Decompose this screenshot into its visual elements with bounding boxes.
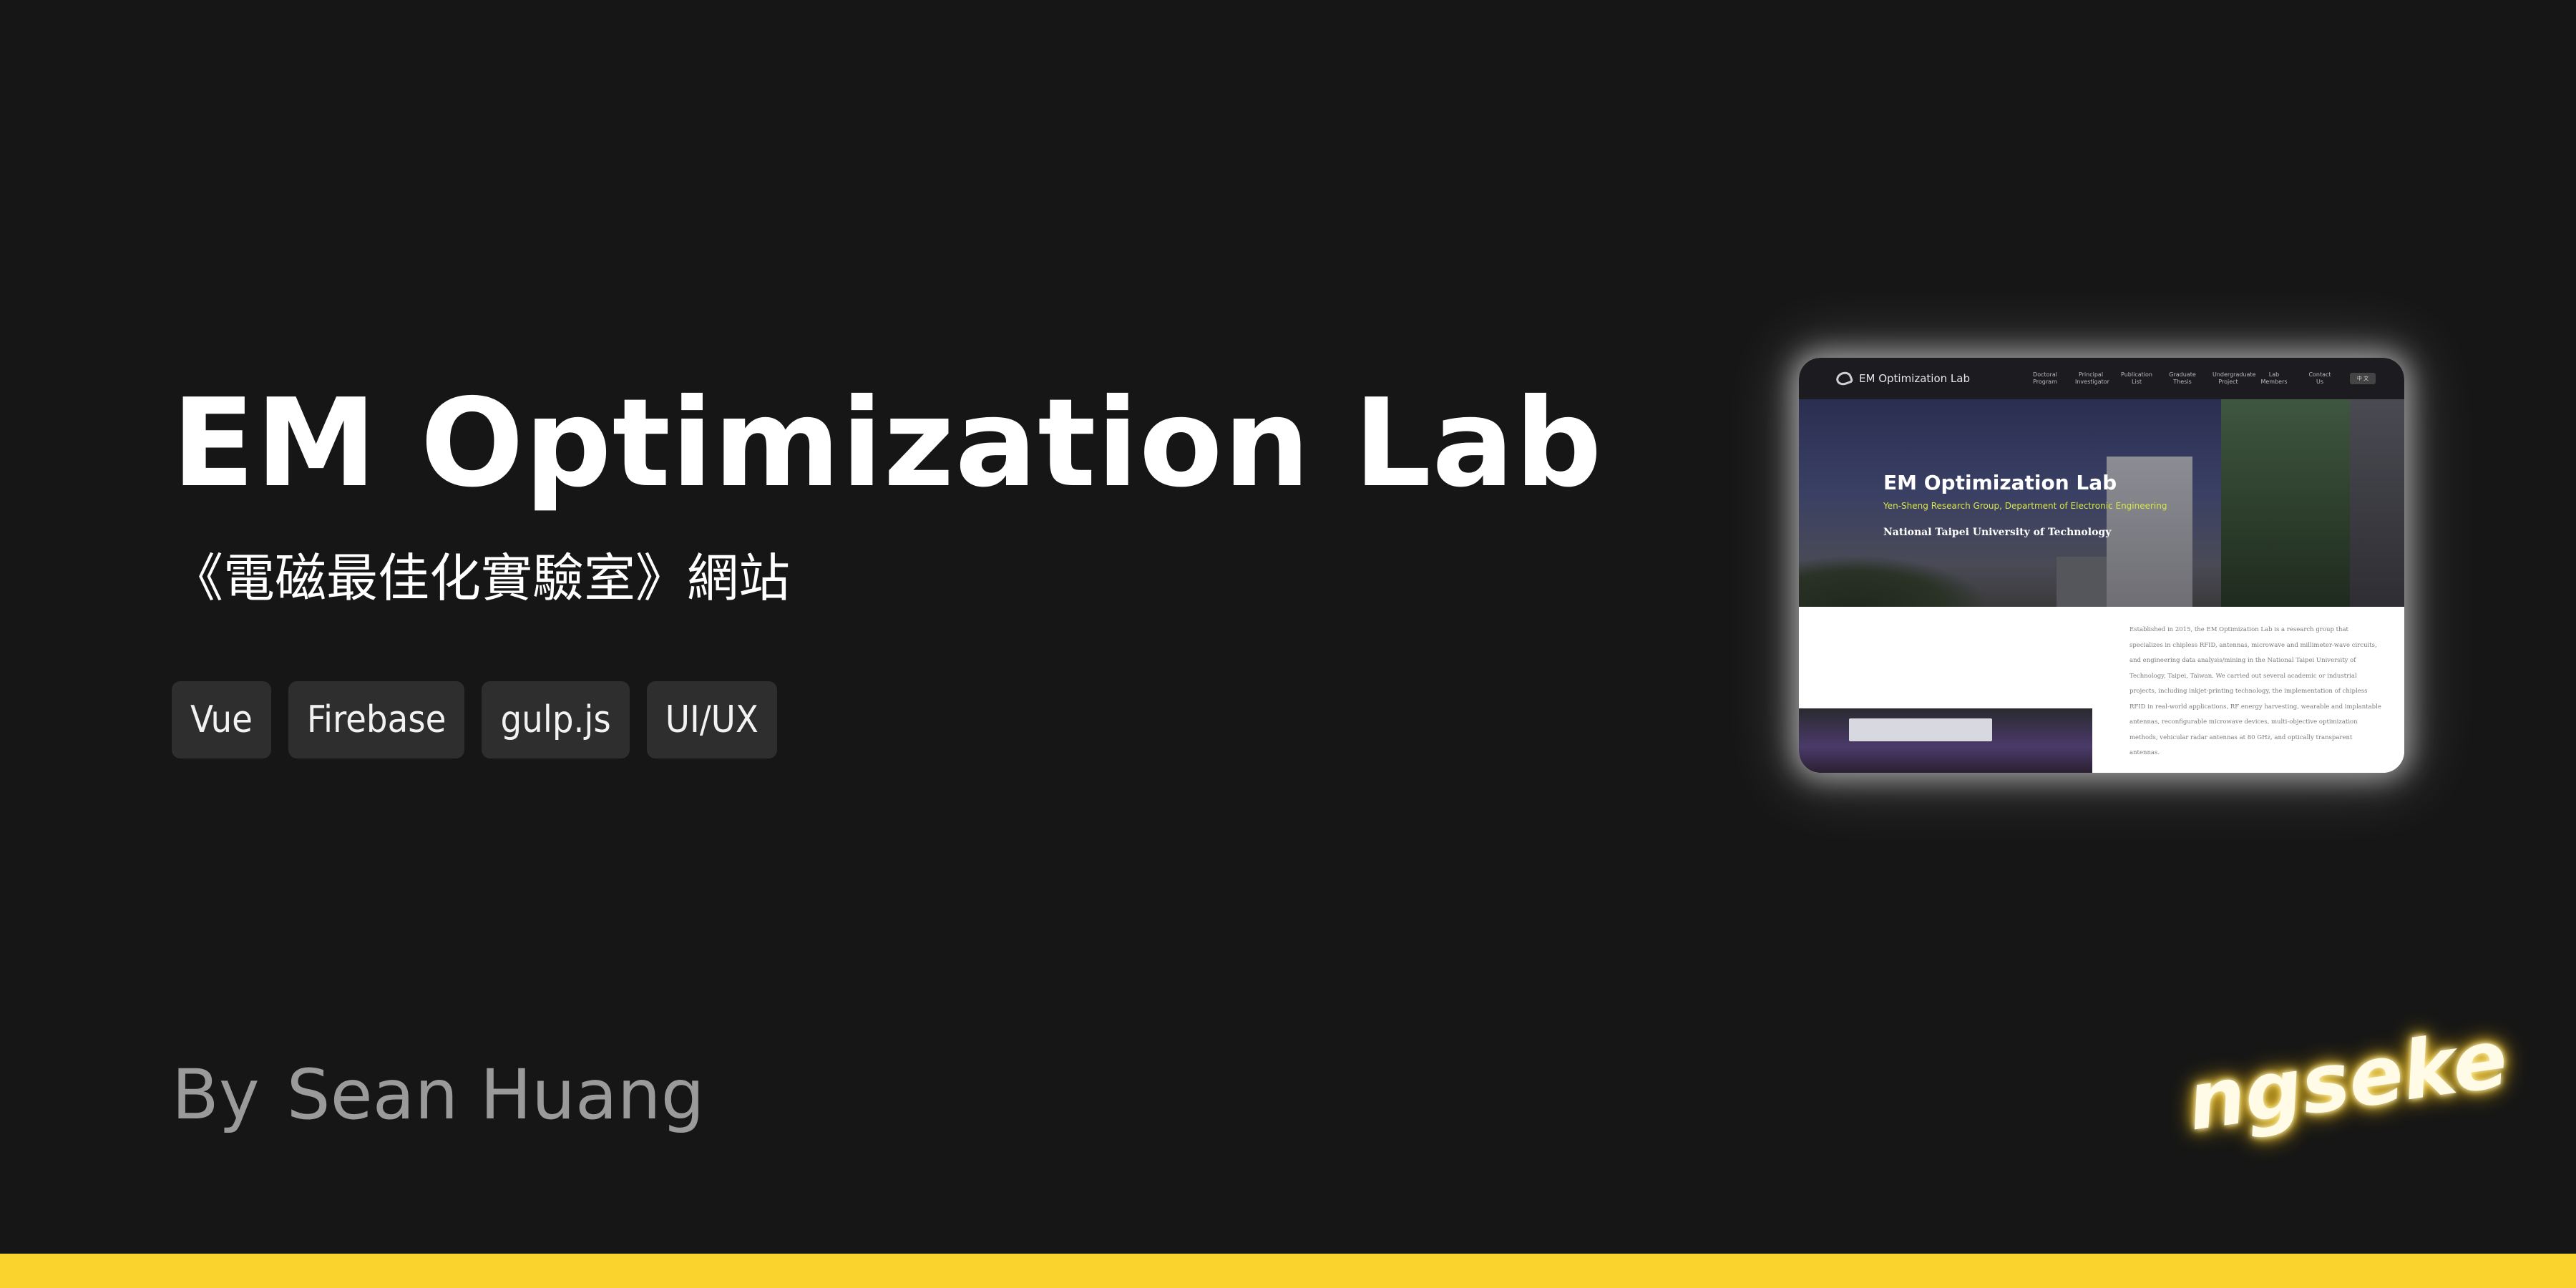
preview-nav-item: Contact Us [2308,371,2331,385]
tag-vue: Vue [172,681,271,758]
preview-hero-university: National Taipei University of Technology [1883,527,2112,538]
preview-nav-menu: Doctoral Program Principal Investigator Pu… [2029,371,2376,386]
project-subtitle: 《電磁最佳化實驗室》網站 [172,548,791,608]
byline-prefix: By [172,1055,260,1135]
preview-lab-photo [1799,708,2092,773]
preview-nav-item: Undergraduate Project [2212,371,2256,385]
preview-body: Established in 2015, the EM Optimization… [1799,607,2404,773]
accent-bottom-bar [0,1254,2576,1288]
preview-nav-item: Principal Investigator [2075,371,2109,385]
preview-tree-silhouette [1799,557,1985,607]
neon-signature-logo: ngseke [2182,1012,2513,1149]
preview-nav-item: Lab Members [2260,371,2288,385]
preview-intro-text: Established in 2015, the EM Optimization… [2129,626,2381,756]
preview-logo-icon [1834,369,1854,388]
preview-logo-text: EM Optimization Lab [1859,372,1970,385]
preview-language-switch: 中 文 [2350,373,2376,384]
website-preview-screenshot: EM Optimization Lab Doctoral Program Prin… [1799,358,2404,773]
preview-nav-item: Publication List [2121,371,2152,385]
preview-photo-sign [1849,718,1992,741]
tag-gulp: gulp.js [482,681,630,758]
project-title: EM Optimization Lab [172,373,1603,514]
author-name: Sean Huang [286,1055,705,1135]
tag-ui-ux: UI/UX [646,681,777,758]
preview-nav-item: Doctoral Program [2033,371,2057,385]
preview-nav-item: Graduate Thesis [2169,371,2196,385]
preview-hero-subtitle: Yen-Sheng Research Group, Department of … [1883,501,2167,511]
preview-hero-title: EM Optimization Lab [1883,471,2117,494]
preview-building-tower [2107,457,2192,607]
preview-trees [2221,399,2350,607]
author-byline: By Sean Huang [172,1048,705,1141]
preview-building-right [2350,399,2404,607]
tech-tag-list: Vue Firebase gulp.js UI/UX [172,681,777,758]
tag-firebase: Firebase [288,681,465,758]
preview-navbar: EM Optimization Lab Doctoral Program Prin… [1799,358,2404,399]
preview-hero-banner: EM Optimization Lab Yen-Sheng Research G… [1799,399,2404,607]
